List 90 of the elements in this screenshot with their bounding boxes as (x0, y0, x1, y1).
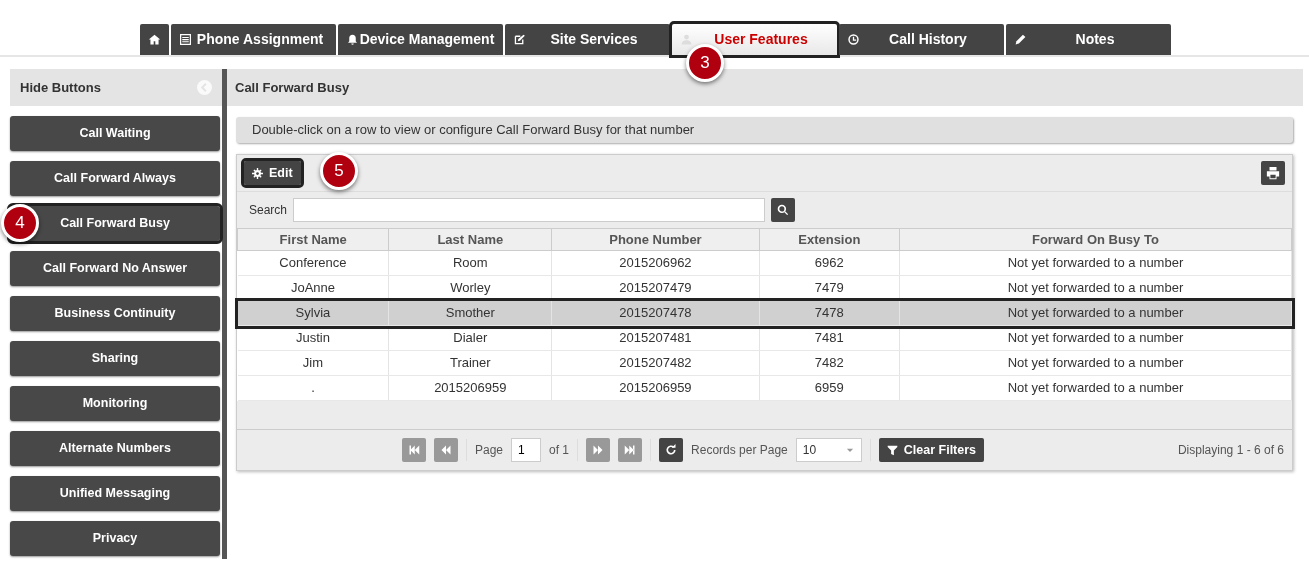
first-page-icon (408, 444, 420, 456)
table-cell: Conference (237, 250, 389, 276)
previous-page-button[interactable] (434, 438, 458, 462)
table-cell: 2015207482 (551, 350, 760, 376)
sidebar-title: Hide Buttons (20, 78, 101, 97)
column-header[interactable]: Phone Number (551, 228, 760, 251)
table-cell: 7479 (759, 275, 900, 301)
table-cell: 2015207478 (551, 300, 760, 326)
home-icon (148, 33, 161, 46)
sidebar-button[interactable]: Call Forward No Answer (10, 251, 220, 286)
refresh-button[interactable] (659, 438, 684, 462)
table-cell: 2015206959 (388, 375, 552, 401)
table-cell: Dialer (388, 325, 552, 351)
first-page-button[interactable] (402, 438, 426, 462)
nav-tab[interactable]: Call History (839, 24, 1004, 55)
bell-icon (346, 33, 359, 46)
nav-tab[interactable]: Notes (1006, 24, 1171, 55)
table-row[interactable]: Sylvia Smother 2015207478 7478 Not yet forwarded to a number (237, 300, 1292, 326)
next-page-icon (592, 444, 605, 456)
list-icon (179, 33, 192, 46)
table-cell: 2015207481 (551, 325, 760, 351)
table-cell: . (237, 375, 389, 401)
sidebar-button[interactable]: Call Forward Always (10, 161, 220, 196)
column-header[interactable]: Extension (759, 228, 900, 251)
records-select[interactable]: 10 (795, 438, 862, 462)
records-label: Records per Page (691, 442, 788, 459)
record-count: Displaying 1 - 6 of 6 (1177, 442, 1284, 459)
search-field[interactable] (293, 198, 766, 222)
table-cell: JoAnne (237, 275, 389, 301)
sidebar-button[interactable]: Monitoring (10, 386, 220, 421)
table-cell: Worley (388, 275, 552, 301)
step-callout: 4 (1, 204, 39, 242)
gear-icon (252, 167, 263, 179)
panel-title: Call Forward Busy (227, 69, 1303, 106)
column-header[interactable]: First Name (237, 228, 389, 251)
next-page-button[interactable] (586, 438, 611, 462)
clock-icon (847, 33, 860, 46)
table-cell: Not yet forwarded to a number (899, 300, 1292, 326)
sidebar-button[interactable]: Sharing (10, 341, 220, 376)
nav-tab[interactable]: Phone Assignment (171, 24, 336, 55)
search-button[interactable] (771, 198, 796, 222)
sidebar-button[interactable]: Call Waiting (10, 116, 220, 151)
clear-filters-button[interactable]: Clear Filters (878, 438, 985, 462)
nav-tab[interactable]: Device Management (338, 24, 503, 55)
nav-tab[interactable] (140, 24, 169, 55)
table-cell: Trainer (388, 350, 552, 376)
sidebar-button[interactable]: Unified Messaging (10, 476, 220, 511)
table-cell: Justin (237, 325, 389, 351)
table-cell: 7482 (759, 350, 900, 376)
table-cell: 6962 (759, 250, 900, 276)
pencil-icon (1014, 33, 1027, 46)
edit-button[interactable]: Edit (244, 161, 301, 185)
column-header[interactable]: Forward On Busy To (899, 228, 1292, 251)
refresh-icon (665, 444, 678, 456)
table-cell: Not yet forwarded to a number (899, 350, 1292, 376)
previous-page-icon (440, 444, 452, 456)
sidebar-button[interactable]: Alternate Numbers (10, 431, 220, 466)
sidebar-button[interactable]: Business Continuity (10, 296, 220, 331)
search-label: Search (249, 202, 288, 219)
nav-tab[interactable]: Site Services (505, 24, 670, 55)
table-cell: 2015206959 (551, 375, 760, 401)
info-message: Double-click on a row to view or configure Call Forward Busy for that number (236, 117, 1293, 143)
table-cell: Smother (388, 300, 552, 326)
printer-icon (1266, 166, 1280, 180)
last-page-button[interactable] (618, 438, 643, 462)
table-cell: 6959 (759, 375, 900, 401)
table-cell: Not yet forwarded to a number (899, 375, 1292, 401)
search-icon (777, 204, 790, 216)
nav-tab[interactable]: User Features (672, 24, 837, 55)
table-cell: Room (388, 250, 552, 276)
table-cell: Not yet forwarded to a number (899, 275, 1292, 301)
table-cell: 7478 (759, 300, 900, 326)
step-callout: 5 (320, 152, 358, 190)
table-cell: Jim (237, 350, 389, 376)
page-field[interactable]: 1 (511, 438, 542, 462)
column-header[interactable]: Last Name (388, 228, 552, 251)
filter-icon (886, 444, 898, 456)
table-cell: 7481 (759, 325, 900, 351)
table-cell: Sylvia (237, 300, 389, 326)
last-page-icon (624, 444, 637, 456)
table-cell: Not yet forwarded to a number (899, 325, 1292, 351)
edit-icon (513, 33, 526, 46)
table-cell: 2015207479 (551, 275, 760, 301)
print-button[interactable] (1261, 161, 1285, 185)
user-icon (680, 33, 693, 46)
table-cell: Not yet forwarded to a number (899, 250, 1292, 276)
sidebar-button[interactable]: Privacy (10, 521, 220, 556)
page-label: Page (475, 442, 504, 459)
table-cell: 2015206962 (551, 250, 760, 276)
page-count: of 1 (549, 442, 570, 459)
